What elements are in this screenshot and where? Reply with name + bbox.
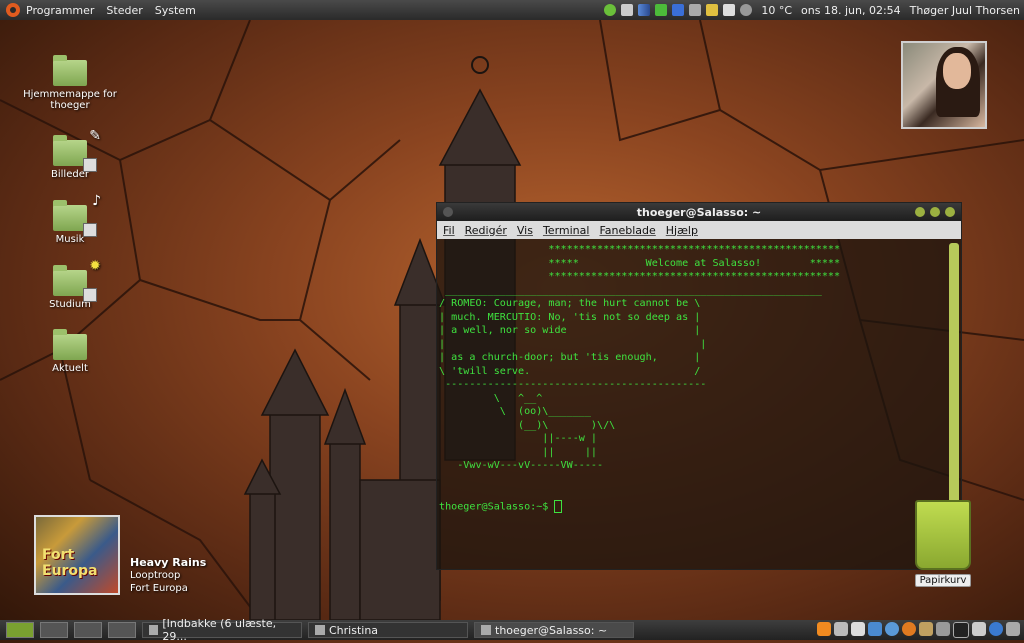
link-emblem-icon bbox=[83, 288, 97, 302]
webcam-face bbox=[943, 53, 971, 89]
trash-label: Papirkurv bbox=[914, 574, 972, 587]
terminal-prompt: thoeger@Salasso:~$ bbox=[439, 501, 555, 512]
bottom-panel: [Indbakke (6 ulæste, 29... Christina tho… bbox=[0, 617, 1024, 643]
terminal-title: thoeger@Salasso: ~ bbox=[636, 205, 762, 219]
terminal-launcher-icon[interactable] bbox=[953, 622, 969, 638]
top-panel: Programmer Steder System 10 °C ons 18. j… bbox=[0, 0, 1024, 20]
desktop-icon-billeder[interactable]: ✎ Billeder bbox=[20, 128, 120, 180]
mail-icon[interactable] bbox=[706, 4, 719, 16]
globe-icon[interactable] bbox=[885, 622, 899, 636]
album-cover-title: Fort Europa bbox=[42, 547, 98, 579]
music-widget: Fort Europa Heavy Rains Looptroop Fort E… bbox=[34, 515, 206, 595]
settings-icon[interactable] bbox=[936, 622, 950, 636]
temperature[interactable]: 10 °C bbox=[761, 4, 792, 17]
terminal-cursor bbox=[554, 499, 563, 513]
task-mail[interactable]: [Indbakke (6 ulæste, 29... bbox=[142, 617, 302, 643]
menu-fil[interactable]: Fil bbox=[443, 224, 455, 237]
terminal-window[interactable]: thoeger@Salasso: ~ Fil Redigér Vis Termi… bbox=[436, 202, 962, 570]
home-folder-icon bbox=[53, 55, 87, 86]
desktop-icon-home[interactable]: Hjemmemappe for thoeger bbox=[20, 55, 120, 111]
weather-icon bbox=[740, 4, 753, 16]
network-icon[interactable] bbox=[868, 622, 882, 636]
menu-faneblade[interactable]: Faneblade bbox=[599, 224, 655, 237]
menu-rediger[interactable]: Redigér bbox=[465, 224, 507, 237]
desktop-icon-label: Aktuelt bbox=[52, 363, 88, 374]
trash-applet-icon[interactable] bbox=[1006, 622, 1020, 636]
chat-app-icon bbox=[315, 625, 325, 635]
music-emblem-icon: ♪ bbox=[92, 193, 101, 209]
ubuntu-logo-icon[interactable] bbox=[6, 3, 20, 17]
menu-terminal[interactable]: Terminal bbox=[543, 224, 590, 237]
menu-vis[interactable]: Vis bbox=[517, 224, 533, 237]
power-icon[interactable] bbox=[723, 4, 736, 16]
track-title: Heavy Rains bbox=[130, 556, 207, 569]
task-chat[interactable]: Christina bbox=[308, 622, 468, 638]
menu-steder[interactable]: Steder bbox=[106, 4, 142, 17]
network-signal-icon[interactable] bbox=[638, 4, 651, 16]
system-tray: 10 °C ons 18. jun, 02:54 Thøger Juul Tho… bbox=[604, 4, 1020, 17]
terminal-screen[interactable]: ****************************************… bbox=[437, 241, 947, 569]
task-label: Christina bbox=[329, 623, 379, 637]
workspace-3[interactable] bbox=[74, 622, 102, 638]
device-icon[interactable] bbox=[621, 4, 634, 16]
star-emblem-icon: ✹ bbox=[89, 258, 101, 274]
mail-app-icon bbox=[149, 625, 159, 635]
desktop-icon-studium[interactable]: ✹ Studium bbox=[20, 258, 120, 310]
task-terminal[interactable]: thoeger@Salasso: ~ bbox=[474, 622, 634, 638]
workspace-4[interactable] bbox=[108, 622, 136, 638]
menu-hjaelp[interactable]: Hjælp bbox=[666, 224, 698, 237]
terminal-app-icon bbox=[481, 625, 491, 635]
vlc-icon[interactable] bbox=[817, 622, 831, 636]
menu-programmer[interactable]: Programmer bbox=[26, 4, 94, 17]
volume-icon[interactable] bbox=[689, 4, 702, 16]
pidgin-icon[interactable] bbox=[604, 4, 617, 16]
desktop-icon-musik[interactable]: ♪ Musik bbox=[20, 193, 120, 245]
task-label: thoeger@Salasso: ~ bbox=[495, 623, 608, 637]
terminal-output: ****************************************… bbox=[439, 244, 841, 471]
calculator-icon[interactable] bbox=[834, 622, 848, 636]
minimize-icon[interactable] bbox=[915, 207, 925, 217]
trash[interactable]: Papirkurv bbox=[903, 500, 983, 587]
bluetooth-icon[interactable] bbox=[672, 4, 685, 16]
browser-icon[interactable] bbox=[989, 622, 1003, 636]
workspace-1[interactable] bbox=[6, 622, 34, 638]
link-emblem-icon bbox=[83, 158, 97, 172]
firefox-icon[interactable] bbox=[902, 622, 916, 636]
pictures-emblem-icon: ✎ bbox=[89, 128, 101, 144]
close-icon[interactable] bbox=[945, 207, 955, 217]
maximize-icon[interactable] bbox=[930, 207, 940, 217]
track-info: Heavy Rains Looptroop Fort Europa bbox=[130, 556, 206, 595]
terminal-title-bar[interactable]: thoeger@Salasso: ~ bbox=[437, 203, 961, 221]
track-album: Fort Europa bbox=[130, 583, 188, 594]
editor-icon[interactable] bbox=[972, 622, 986, 636]
workspace-2[interactable] bbox=[40, 622, 68, 638]
trash-icon bbox=[915, 500, 971, 570]
folder-icon: ♪ bbox=[53, 193, 101, 237]
menu-system[interactable]: System bbox=[155, 4, 196, 17]
clock[interactable]: ons 18. jun, 02:54 bbox=[801, 4, 901, 17]
task-label: [Indbakke (6 ulæste, 29... bbox=[162, 617, 277, 643]
gimp-icon[interactable] bbox=[919, 622, 933, 636]
folder-icon bbox=[53, 329, 87, 360]
track-artist: Looptroop bbox=[130, 570, 181, 581]
terminal-menu-bar: Fil Redigér Vis Terminal Faneblade Hjælp bbox=[437, 221, 961, 239]
webcam-window[interactable] bbox=[901, 41, 987, 129]
documents-icon[interactable] bbox=[851, 622, 865, 636]
desktop-icon-label: Musik bbox=[55, 234, 85, 245]
launcher-tray bbox=[817, 622, 1020, 638]
album-cover[interactable]: Fort Europa bbox=[34, 515, 120, 595]
window-menu-icon[interactable] bbox=[443, 207, 453, 217]
link-emblem-icon bbox=[83, 223, 97, 237]
user-name[interactable]: Thøger Juul Thorsen bbox=[910, 4, 1020, 17]
folder-icon: ✹ bbox=[53, 258, 101, 302]
desktop-icon-label: Hjemmemappe for thoeger bbox=[23, 89, 117, 111]
folder-icon: ✎ bbox=[53, 128, 101, 172]
desktop-icon-aktuelt[interactable]: Aktuelt bbox=[20, 329, 120, 374]
update-icon[interactable] bbox=[655, 4, 668, 16]
